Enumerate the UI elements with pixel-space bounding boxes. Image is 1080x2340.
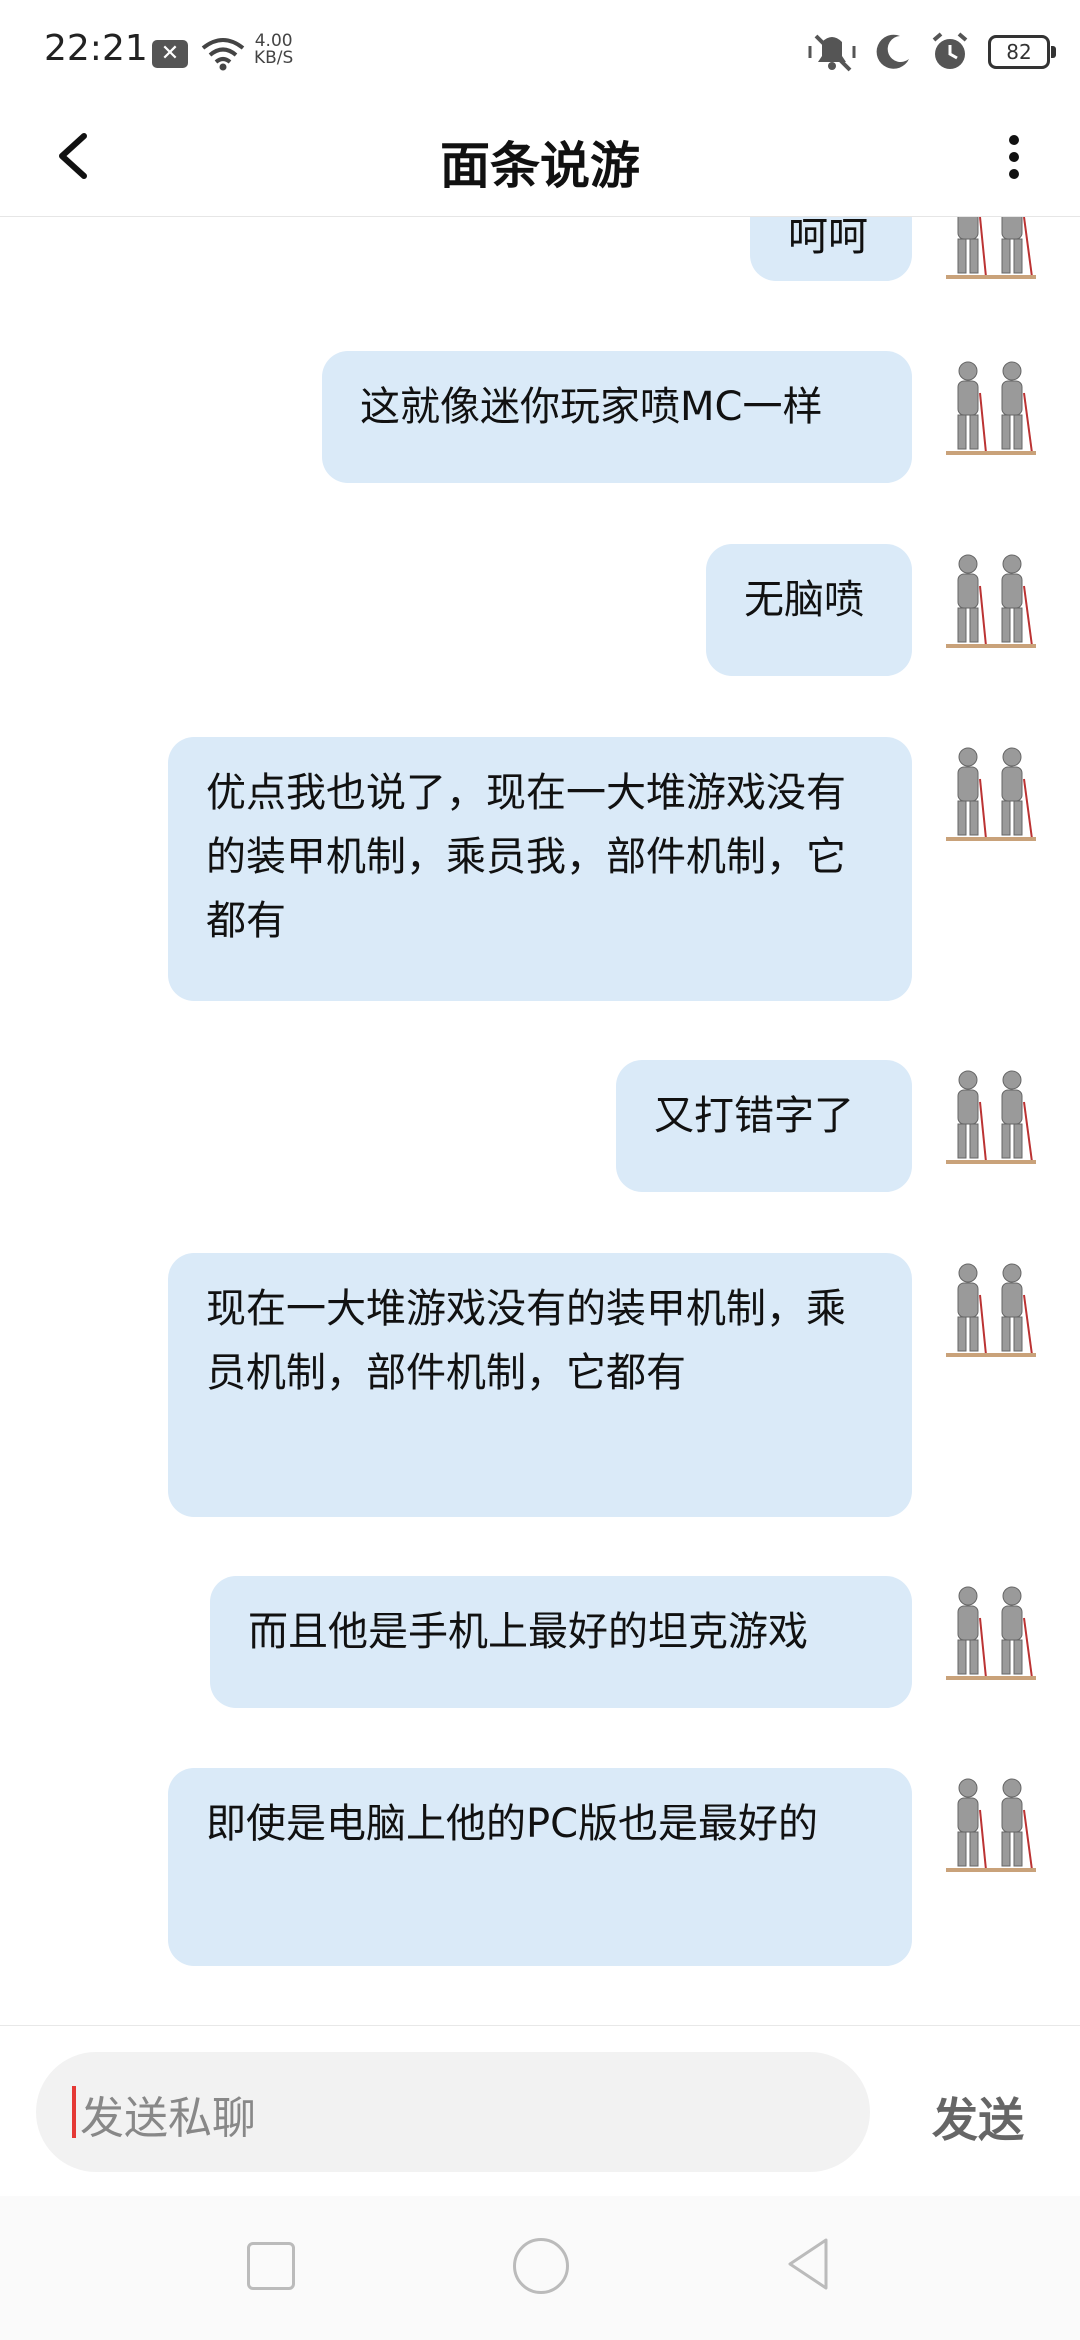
message-bubble[interactable]: 呵呵 xyxy=(750,217,912,281)
mute-vibrate-icon xyxy=(808,34,856,72)
status-bar: 22:21 ✕ 4.00 KB/S 82 xyxy=(0,0,1080,100)
system-nav-bar xyxy=(0,2196,1080,2340)
message-text: 呵呵 xyxy=(788,217,868,260)
message-bubble[interactable]: 即使是电脑上他的PC版也是最好的 xyxy=(168,1768,912,1966)
message-list[interactable]: 呵呵 这就像迷你玩家喷MC一样 无脑喷 优点我也说了，现在一大堆游戏没有的装甲机… xyxy=(0,217,1080,2025)
battery-level: 82 xyxy=(1006,40,1032,64)
composer-bar: 发送私聊 发送 xyxy=(0,2025,1080,2196)
message-text: 无脑喷 xyxy=(744,577,864,623)
message-bubble[interactable]: 又打错字了 xyxy=(616,1060,912,1192)
moon-icon xyxy=(876,34,909,69)
message-bubble[interactable]: 现在一大堆游戏没有的装甲机制，乘员机制，部件机制，它都有 xyxy=(168,1253,912,1517)
knights-avatar[interactable] xyxy=(936,1255,1044,1363)
alarm-icon xyxy=(932,32,968,69)
text-cursor xyxy=(72,2086,76,2138)
knights-avatar[interactable] xyxy=(936,1770,1044,1878)
message-text: 这就像迷你玩家喷MC一样 xyxy=(360,384,823,430)
wifi-icon xyxy=(201,38,245,71)
back-triangle-icon[interactable] xyxy=(784,2236,832,2292)
message-input[interactable]: 发送私聊 xyxy=(36,2052,870,2172)
recent-apps-icon[interactable] xyxy=(247,2242,295,2290)
knights-avatar[interactable] xyxy=(936,217,1044,285)
knights-avatar[interactable] xyxy=(936,353,1044,461)
more-vertical-icon[interactable] xyxy=(984,122,1044,192)
message-text: 即使是电脑上他的PC版也是最好的 xyxy=(206,1801,819,1847)
input-placeholder: 发送私聊 xyxy=(80,2093,256,2144)
home-icon[interactable] xyxy=(513,2238,569,2294)
message-text: 又打错字了 xyxy=(654,1093,854,1139)
status-time: 22:21 xyxy=(44,28,148,69)
page-title: 面条说游 xyxy=(440,137,640,195)
knights-avatar[interactable] xyxy=(936,739,1044,847)
message-bubble[interactable]: 无脑喷 xyxy=(706,544,912,676)
net-speed-unit: KB/S xyxy=(254,48,294,68)
notification-x-icon: ✕ xyxy=(152,40,188,68)
knights-avatar[interactable] xyxy=(936,1062,1044,1170)
message-bubble[interactable]: 这就像迷你玩家喷MC一样 xyxy=(322,351,912,483)
message-text: 而且他是手机上最好的坦克游戏 xyxy=(248,1609,808,1655)
message-text: 优点我也说了，现在一大堆游戏没有的装甲机制，乘员我，部件机制，它都有 xyxy=(206,770,846,944)
net-speed: 4.00 KB/S xyxy=(254,33,293,67)
chat-header: 面条说游 xyxy=(0,100,1080,217)
message-bubble[interactable]: 而且他是手机上最好的坦克游戏 xyxy=(210,1576,912,1708)
knights-avatar[interactable] xyxy=(936,1578,1044,1686)
message-text: 现在一大堆游戏没有的装甲机制，乘员机制，部件机制，它都有 xyxy=(206,1286,846,1396)
knights-avatar[interactable] xyxy=(936,546,1044,654)
send-button[interactable]: 发送 xyxy=(932,2084,1024,2150)
message-bubble[interactable]: 优点我也说了，现在一大堆游戏没有的装甲机制，乘员我，部件机制，它都有 xyxy=(168,737,912,1001)
battery-icon: 82 xyxy=(988,35,1056,69)
